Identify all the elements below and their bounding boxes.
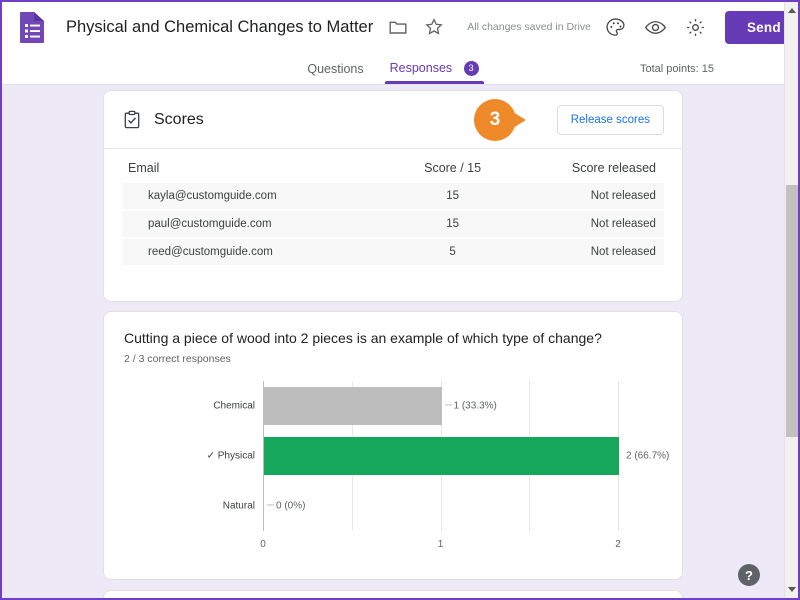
cell-score: 15 bbox=[446, 190, 459, 202]
tab-responses-label: Responses bbox=[389, 61, 453, 75]
responses-content: Scores 3 Release scores Email Score / 15… bbox=[2, 85, 784, 598]
cell-released: Not released bbox=[590, 218, 656, 230]
cell-email: kayla@customguide.com bbox=[148, 190, 277, 202]
tabs: Questions Responses 3 bbox=[294, 61, 491, 84]
scroll-down-arrow-icon[interactable] bbox=[785, 582, 798, 597]
scores-card-header: Scores 3 Release scores bbox=[104, 91, 682, 149]
chart-x-tick-label: 1 bbox=[437, 539, 444, 550]
app-header: Physical and Chemical Changes to Matter … bbox=[2, 2, 798, 52]
scores-card: Scores 3 Release scores Email Score / 15… bbox=[103, 90, 683, 302]
cell-released: Not released bbox=[590, 190, 656, 202]
total-points-label: Total points: 15 bbox=[640, 63, 714, 75]
tab-questions[interactable]: Questions bbox=[294, 62, 376, 84]
tab-questions-label: Questions bbox=[307, 62, 364, 76]
column-header-score: Score / 15 bbox=[424, 161, 482, 175]
chart-x-tick-label: 2 bbox=[615, 539, 621, 550]
responses-bar-chart: 1 (33.3%) Chemical 2 (66.7%) ✓ Physical 0 (0… bbox=[104, 375, 682, 555]
question-response-card: Cutting a piece of wood into 2 pieces is… bbox=[103, 311, 683, 580]
chart-bar-value-label: 1 (33.3%) bbox=[444, 401, 497, 412]
chart-plot-area: 1 (33.3%) Chemical 2 (66.7%) ✓ Physical 0 (0… bbox=[207, 381, 669, 550]
vertical-scrollbar[interactable] bbox=[784, 2, 798, 598]
chart-category-label: Chemical bbox=[213, 400, 255, 412]
chart-x-tick-label: 0 bbox=[260, 539, 266, 550]
help-button[interactable]: ? bbox=[738, 564, 760, 586]
eye-icon[interactable] bbox=[641, 12, 671, 42]
scores-table: Email Score / 15 Score released kayla@cu… bbox=[104, 149, 682, 267]
google-forms-icon[interactable] bbox=[18, 11, 48, 43]
next-question-card bbox=[103, 590, 683, 598]
folder-icon[interactable] bbox=[387, 16, 409, 38]
table-row[interactable]: paul@customguide.com 15 Not released bbox=[122, 211, 664, 239]
chart-leader-line bbox=[444, 404, 452, 406]
chart-bar[interactable] bbox=[264, 437, 619, 475]
chart-leader-line bbox=[267, 504, 274, 506]
document-title[interactable]: Physical and Chemical Changes to Matter bbox=[66, 18, 373, 37]
step-callout-number: 3 bbox=[489, 109, 501, 130]
chart-bar-value-label: 2 (66.7%) bbox=[626, 450, 670, 462]
chart-bar[interactable] bbox=[264, 387, 442, 425]
table-row[interactable]: reed@customguide.com 5 Not released bbox=[122, 239, 664, 267]
chart-category-label: Natural bbox=[222, 500, 255, 512]
question-title: Cutting a piece of wood into 2 pieces is… bbox=[124, 330, 602, 346]
release-scores-button[interactable]: Release scores bbox=[556, 104, 664, 135]
column-header-released: Score released bbox=[571, 161, 656, 175]
correct-responses-subtitle: 2 / 3 correct responses bbox=[124, 353, 231, 365]
tab-bar: Questions Responses 3 Total points: 15 bbox=[2, 52, 784, 85]
cell-email: reed@customguide.com bbox=[148, 246, 273, 258]
table-row[interactable]: kayla@customguide.com 15 Not released bbox=[122, 183, 664, 211]
forms-app-window: Physical and Chemical Changes to Matter … bbox=[0, 0, 800, 600]
cell-email: paul@customguide.com bbox=[148, 218, 272, 230]
gear-icon[interactable] bbox=[681, 12, 711, 42]
cell-score: 15 bbox=[446, 218, 459, 230]
scores-table-header: Email Score / 15 Score released bbox=[122, 149, 664, 183]
palette-icon[interactable] bbox=[601, 12, 631, 42]
save-status-text: All changes saved in Drive bbox=[467, 21, 591, 33]
responses-count-badge: 3 bbox=[463, 61, 479, 76]
tab-responses[interactable]: Responses 3 bbox=[377, 61, 492, 84]
step-callout-badge: 3 bbox=[474, 99, 526, 141]
scores-title: Scores bbox=[154, 110, 204, 128]
star-icon[interactable] bbox=[423, 16, 445, 38]
header-actions: Send bbox=[591, 10, 798, 44]
clipboard-check-icon bbox=[122, 110, 142, 130]
scrollbar-thumb[interactable] bbox=[786, 185, 798, 437]
cell-score: 5 bbox=[449, 246, 456, 258]
column-header-email: Email bbox=[128, 161, 160, 175]
chart-bar-value-label: 0 (0%) bbox=[267, 501, 305, 512]
scroll-up-arrow-icon[interactable] bbox=[785, 3, 798, 18]
cell-released: Not released bbox=[590, 246, 656, 258]
chart-category-label: ✓ Physical bbox=[206, 450, 255, 462]
